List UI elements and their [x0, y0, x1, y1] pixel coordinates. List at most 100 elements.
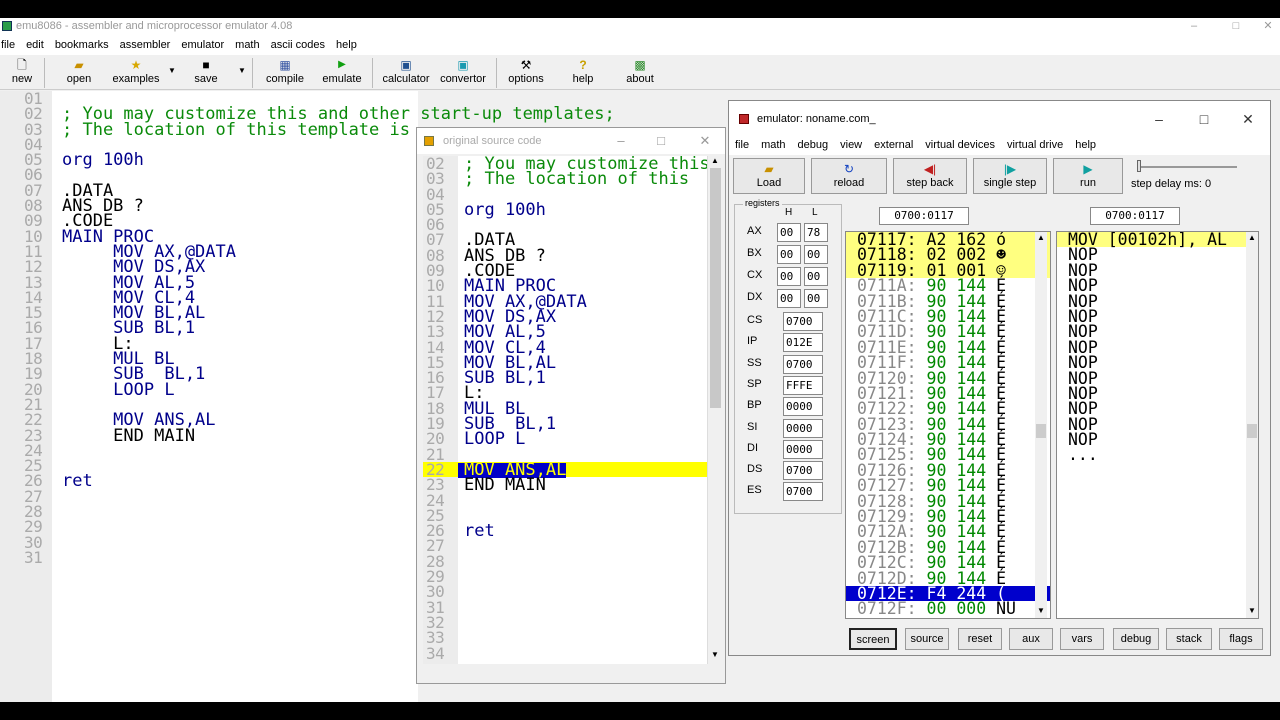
- examples-dropdown[interactable]: ▼: [164, 58, 176, 90]
- source-editor[interactable]: 01 02; You may customize this and other s…: [0, 90, 615, 702]
- register-value[interactable]: 0000: [783, 418, 823, 438]
- menu-help[interactable]: help: [334, 36, 366, 55]
- screen-button[interactable]: screen: [849, 628, 897, 650]
- source-minimize-icon[interactable]: –: [609, 128, 633, 154]
- register-low-byte[interactable]: 78: [804, 223, 828, 242]
- compile-button[interactable]: ▦ compile: [262, 58, 308, 90]
- emulate-button[interactable]: ▶ emulate: [318, 58, 366, 90]
- reset-button[interactable]: reset: [958, 628, 1002, 650]
- menu-assembler[interactable]: assembler: [118, 36, 180, 55]
- reload-button[interactable]: ↻ reload: [811, 158, 887, 194]
- disassembly-scrollbar[interactable]: ▲ ▼: [1246, 232, 1258, 618]
- open-button[interactable]: ▰ open: [60, 58, 98, 90]
- minimize-icon[interactable]: –: [1184, 18, 1204, 34]
- code-line[interactable]: 20 LOOP L: [423, 431, 710, 448]
- emulator-minimize-icon[interactable]: –: [1147, 101, 1171, 137]
- register-value[interactable]: 0700: [783, 482, 823, 502]
- source-code-view[interactable]: 02; You may customize this 03; The locati…: [423, 156, 713, 664]
- disassembly-list[interactable]: MOV [00102h], AL NOP NOP NOP NOP NOP NOP NOP NOP…: [1056, 231, 1259, 619]
- memory-address-field[interactable]: 0700:0117: [879, 207, 969, 225]
- about-button[interactable]: ▩ about: [620, 58, 660, 90]
- calculator-button[interactable]: ▣ calculator: [378, 58, 434, 90]
- scroll-up-icon[interactable]: ▲: [711, 156, 719, 165]
- code-line[interactable]: 30: [423, 584, 710, 600]
- menu-math[interactable]: math: [233, 36, 268, 55]
- emulator-menu-debug[interactable]: debug: [792, 137, 835, 155]
- register-low-byte[interactable]: 00: [804, 289, 828, 308]
- scroll-thumb[interactable]: [1247, 424, 1257, 438]
- register-high-byte[interactable]: 00: [777, 223, 801, 242]
- scroll-down-icon[interactable]: ▼: [1248, 606, 1256, 615]
- code-line[interactable]: 23 END MAIN: [423, 477, 710, 494]
- emulator-menu-virtual-devices[interactable]: virtual devices: [919, 137, 1001, 155]
- vars-button[interactable]: vars: [1060, 628, 1104, 650]
- save-button[interactable]: ■ save: [186, 58, 226, 90]
- register-value[interactable]: 0700: [783, 354, 823, 374]
- flags-button[interactable]: flags: [1219, 628, 1263, 650]
- register-value[interactable]: 0700: [783, 312, 823, 331]
- step-delay-slider[interactable]: [1135, 160, 1241, 174]
- debug-button[interactable]: debug: [1113, 628, 1159, 650]
- code-line[interactable]: 34: [423, 645, 710, 661]
- scroll-up-icon[interactable]: ▲: [1037, 233, 1045, 242]
- run-button[interactable]: ▶ run: [1053, 158, 1123, 194]
- emulator-menu-help[interactable]: help: [1069, 137, 1102, 155]
- disassembly-row[interactable]: ...: [1057, 447, 1258, 464]
- emulator-maximize-icon[interactable]: □: [1192, 101, 1216, 137]
- code-line[interactable]: 29: [423, 568, 710, 584]
- register-value[interactable]: FFFE: [783, 375, 823, 395]
- emulator-close-icon[interactable]: ✕: [1236, 101, 1260, 137]
- memory-scrollbar[interactable]: ▲ ▼: [1035, 232, 1047, 618]
- menu-edit[interactable]: edit: [24, 36, 53, 55]
- options-button[interactable]: ⚒ options: [504, 58, 548, 90]
- register-value[interactable]: 012E: [783, 333, 823, 353]
- menu-bookmarks[interactable]: bookmarks: [53, 36, 118, 55]
- memory-row[interactable]: 0712F: 00 000 NU: [846, 601, 1050, 618]
- register-value[interactable]: 0000: [783, 439, 823, 459]
- code-line[interactable]: 05 org 100h: [423, 201, 710, 218]
- emulator-menu-virtual-drive[interactable]: virtual drive: [1001, 137, 1069, 155]
- help-button[interactable]: ? help: [566, 58, 600, 90]
- register-high-byte[interactable]: 00: [777, 289, 801, 308]
- emulator-menu-view[interactable]: view: [834, 137, 868, 155]
- source-button[interactable]: source: [905, 628, 949, 650]
- register-high-byte[interactable]: 00: [777, 245, 801, 264]
- code-line[interactable]: 03; The location of this: [423, 171, 710, 188]
- step-back-button[interactable]: ◀| step back: [893, 158, 967, 194]
- code-line[interactable]: 33: [423, 630, 710, 646]
- menu-emulator[interactable]: emulator: [179, 36, 233, 55]
- scroll-thumb[interactable]: [1036, 424, 1046, 438]
- scroll-thumb[interactable]: [710, 168, 721, 408]
- scroll-down-icon[interactable]: ▼: [1037, 606, 1045, 615]
- close-icon[interactable]: ✕: [1258, 18, 1278, 34]
- code-line[interactable]: 24: [423, 492, 710, 508]
- register-low-byte[interactable]: 00: [804, 267, 828, 286]
- source-close-icon[interactable]: ✕: [693, 128, 717, 154]
- scroll-down-icon[interactable]: ▼: [711, 650, 719, 659]
- code-line[interactable]: 32: [423, 614, 710, 630]
- save-dropdown[interactable]: ▼: [234, 58, 246, 90]
- slider-thumb[interactable]: [1137, 160, 1141, 172]
- source-maximize-icon[interactable]: □: [649, 128, 673, 154]
- menu-ascii-codes[interactable]: ascii codes: [269, 36, 334, 55]
- emulator-menu-math[interactable]: math: [755, 137, 791, 155]
- new-button[interactable]: 🗋 new: [4, 58, 40, 90]
- code-line[interactable]: 31: [423, 599, 710, 615]
- source-vertical-scrollbar[interactable]: ▲ ▼: [707, 156, 723, 664]
- emulator-menu-file[interactable]: file: [729, 137, 755, 155]
- emulator-menu-external[interactable]: external: [868, 137, 919, 155]
- single-step-button[interactable]: |▶ single step: [973, 158, 1047, 194]
- register-value[interactable]: 0000: [783, 397, 823, 417]
- disassembly-address-field[interactable]: 0700:0117: [1090, 207, 1180, 225]
- aux-button[interactable]: aux: [1009, 628, 1053, 650]
- menu-file[interactable]: file: [0, 36, 24, 55]
- register-value[interactable]: 0700: [783, 461, 823, 481]
- memory-list[interactable]: 07117: A2 162 ó 07118: 02 002 ☻ 07119: 01 …: [845, 231, 1051, 619]
- examples-button[interactable]: ★ examples: [106, 58, 166, 90]
- code-line[interactable]: 26 ret: [423, 522, 710, 539]
- convertor-button[interactable]: ▣ convertor: [436, 58, 490, 90]
- register-low-byte[interactable]: 00: [804, 245, 828, 264]
- maximize-icon[interactable]: □: [1226, 18, 1246, 34]
- load-button[interactable]: ▰ Load: [733, 158, 805, 194]
- stack-button[interactable]: stack: [1166, 628, 1212, 650]
